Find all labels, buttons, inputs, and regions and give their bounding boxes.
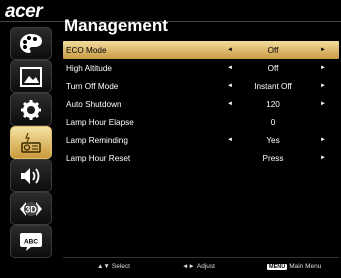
speaker-icon: [21, 167, 40, 184]
row-value: 120: [266, 99, 280, 109]
right-arrow-icon[interactable]: ►: [320, 101, 326, 107]
row-label: Lamp Hour Reset: [66, 153, 131, 163]
page-title: Management: [64, 16, 168, 35]
select-hint-label: Select: [111, 263, 130, 270]
left-arrow-icon[interactable]: ◄: [227, 137, 233, 143]
left-arrow-icon[interactable]: ◄: [227, 47, 233, 53]
palette-icon: [20, 33, 42, 53]
menu-row-auto-shutdown[interactable]: Auto Shutdown ◄ 120 ►: [63, 95, 339, 113]
projector-management-icon: [21, 132, 41, 153]
acer-logo: acer: [5, 1, 43, 22]
image-icon: [20, 66, 42, 87]
sidebar-item-audio[interactable]: [10, 159, 52, 192]
3d-icon: 3D: [20, 201, 42, 216]
footer-divider: [63, 257, 339, 258]
row-label: Auto Shutdown: [66, 99, 122, 109]
sidebar-item-language[interactable]: ABC: [10, 225, 52, 258]
adjust-hint-label: Adjust: [196, 263, 215, 270]
left-arrow-icon[interactable]: ◄: [227, 83, 233, 89]
adjust-hint: ◄► Adjust: [182, 263, 215, 270]
right-arrow-icon[interactable]: ►: [320, 137, 326, 143]
svg-text:ABC: ABC: [24, 238, 38, 245]
row-label: ECO Mode: [66, 45, 107, 55]
footer-hints: ▲▼ Select ◄► Adjust MENU Main Menu: [0, 263, 341, 275]
up-down-arrows-icon: ▲▼: [97, 263, 110, 270]
menu-row-turn-off-mode[interactable]: Turn Off Mode ◄ Instant Off ►: [63, 77, 339, 95]
sidebar-item-color[interactable]: [10, 27, 52, 60]
right-arrow-icon[interactable]: ►: [320, 155, 326, 161]
row-value: 0: [270, 117, 276, 127]
right-arrow-icon[interactable]: ►: [320, 65, 326, 71]
sidebar-item-3d[interactable]: 3D: [10, 192, 52, 225]
row-label: Turn Off Mode: [66, 81, 119, 91]
row-value: Instant Off: [254, 81, 292, 91]
row-value: Press: [262, 153, 284, 163]
main-menu-hint-label: Main Menu: [289, 263, 322, 270]
gear-icon: [21, 99, 41, 120]
row-label: Lamp Hour Elapse: [66, 117, 134, 127]
row-label: Lamp Reminding: [66, 135, 128, 145]
sidebar-item-management[interactable]: [10, 126, 52, 159]
menu-row-high-altitude[interactable]: High Altitude ◄ Off ►: [63, 59, 339, 77]
main-menu-hint: MENU Main Menu: [267, 263, 321, 270]
left-arrow-icon[interactable]: ◄: [227, 65, 233, 71]
row-value: Yes: [266, 135, 280, 145]
menu-row-lamp-reminding[interactable]: Lamp Reminding ◄ Yes ►: [63, 131, 339, 149]
menu-key-icon: MENU: [267, 263, 288, 270]
left-arrow-icon[interactable]: ◄: [227, 101, 233, 107]
left-right-arrows-icon: ◄►: [182, 263, 195, 270]
menu-row-lamp-hour-elapse: Lamp Hour Elapse 0: [63, 113, 339, 131]
svg-text:3D: 3D: [25, 204, 37, 214]
row-label: High Altitude: [66, 63, 112, 73]
language-abc-icon: ABC: [20, 232, 42, 251]
sidebar-item-image[interactable]: [10, 60, 52, 93]
right-arrow-icon[interactable]: ►: [320, 47, 326, 53]
menu-row-lamp-hour-reset[interactable]: Lamp Hour Reset Press ►: [63, 149, 339, 167]
sidebar-item-setting[interactable]: [10, 93, 52, 126]
menu-row-eco-mode[interactable]: ECO Mode ◄ Off ►: [63, 41, 339, 59]
row-value: Off: [267, 63, 279, 73]
sidebar: 3D ABC: [0, 23, 62, 258]
right-arrow-icon[interactable]: ►: [320, 83, 326, 89]
select-hint: ▲▼ Select: [97, 263, 130, 270]
row-value: Off: [267, 45, 279, 55]
management-menu: ECO Mode ◄ Off ► High Altitude ◄ Off ► T…: [63, 41, 339, 167]
header-divider: [0, 21, 341, 22]
